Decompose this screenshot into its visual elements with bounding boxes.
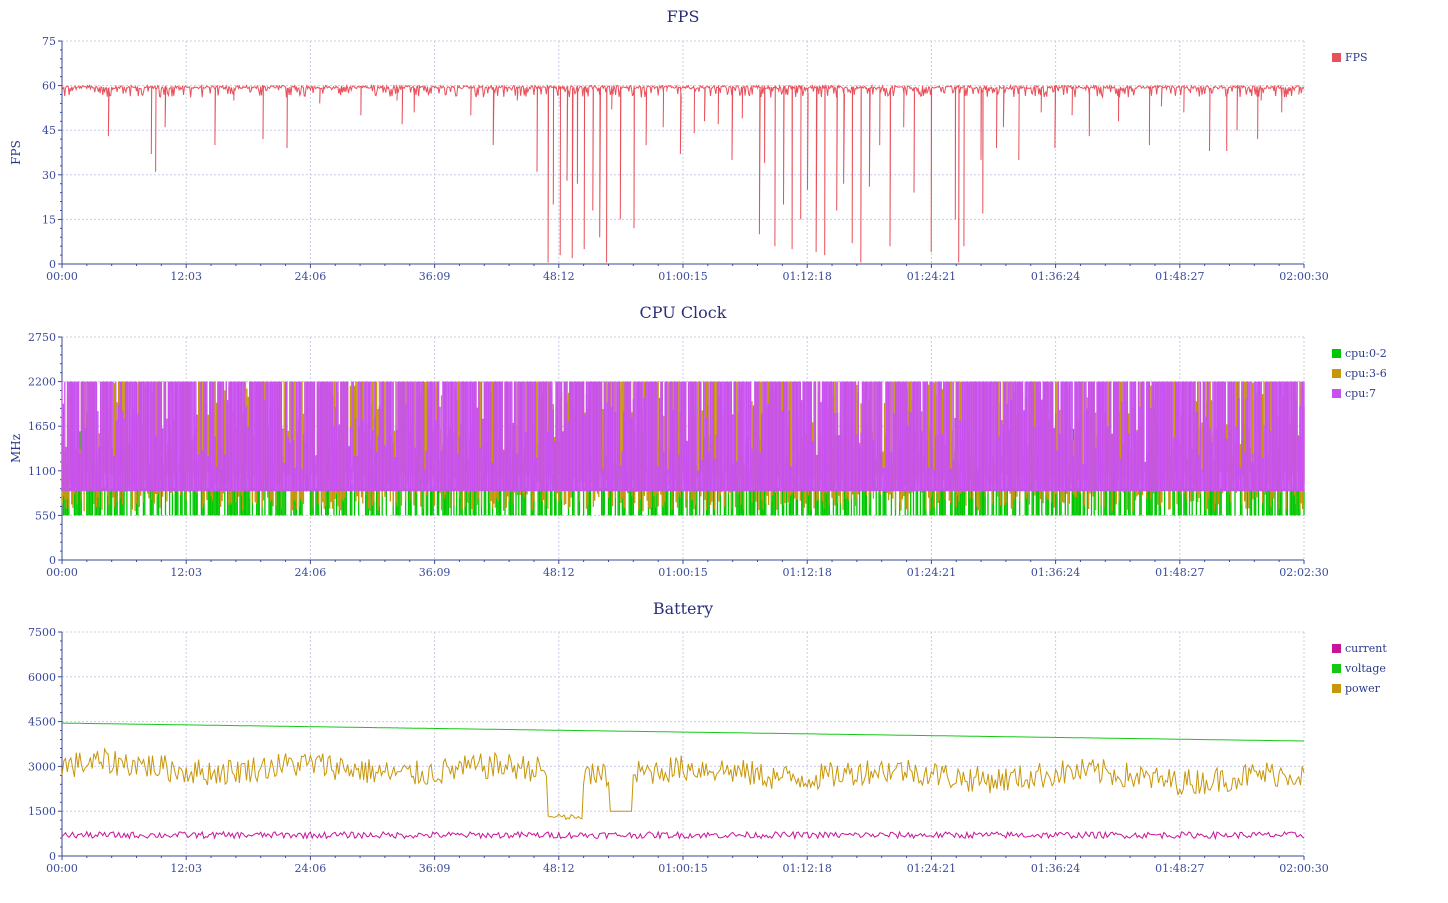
y-tick-label: 75: [42, 35, 56, 48]
x-tick-label: 01:12:18: [782, 862, 831, 875]
x-tick-label: 01:36:24: [1031, 566, 1080, 579]
legend-swatch: [1332, 349, 1341, 358]
y-tick-label: 1500: [28, 805, 56, 818]
x-tick-label: 01:12:18: [782, 566, 831, 579]
y-tick-label: 30: [42, 169, 56, 182]
chart-fps: FPS0153045607500:00 12:03 24:06 36:09 48:12 0…: [9, 7, 1368, 283]
legend-swatch: [1332, 53, 1341, 62]
y-tick-label: 2200: [28, 376, 56, 389]
legend-swatch: [1332, 684, 1341, 693]
x-tick-label: 01:48:27: [1155, 566, 1204, 579]
x-tick-label: 36:09: [419, 270, 451, 283]
x-tick-label: 01:36:24: [1031, 270, 1080, 283]
x-tick-label: 36:09: [419, 862, 451, 875]
y-tick-label: 1650: [28, 420, 56, 433]
x-tick-label: 01:36:24: [1031, 862, 1080, 875]
legend-label: cpu:7: [1345, 387, 1376, 400]
chart-cpu: CPU Clock0550110016502200275000:00 12:03 2…: [9, 303, 1387, 579]
x-tick-label: 01:48:27: [1155, 270, 1204, 283]
x-tick-label: 48:12: [543, 270, 575, 283]
legend-swatch: [1332, 389, 1341, 398]
y-tick-label: 15: [42, 213, 56, 226]
x-tick-label: 02:02:30: [1279, 566, 1328, 579]
x-tick-label: 48:12: [543, 862, 575, 875]
y-tick-label: 6000: [28, 671, 56, 684]
y-tick-label: 60: [42, 80, 56, 93]
y-tick-label: 3000: [28, 760, 56, 773]
legend-label: power: [1345, 682, 1381, 695]
y-tick-label: 1100: [28, 465, 56, 478]
x-tick-label: 00:00: [46, 862, 78, 875]
y-tick-label: 550: [35, 509, 56, 522]
x-tick-label: 01:24:21: [907, 270, 956, 283]
x-tick-label: 02:00:30: [1279, 270, 1328, 283]
legend-swatch: [1332, 644, 1341, 653]
x-tick-label: 12:03: [170, 566, 202, 579]
x-tick-label: 24:06: [295, 862, 327, 875]
x-tick-label: 12:03: [170, 270, 202, 283]
y-tick-label: 4500: [28, 716, 56, 729]
chart-title: CPU Clock: [640, 303, 727, 322]
legend-label: cpu:0-2: [1345, 347, 1387, 360]
x-tick-label: 12:03: [170, 862, 202, 875]
x-tick-label: 02:00:30: [1279, 862, 1328, 875]
x-tick-label: 01:12:18: [782, 270, 831, 283]
x-tick-label: 01:24:21: [907, 566, 956, 579]
y-tick-label: 45: [42, 124, 56, 137]
x-tick-label: 01:24:21: [907, 862, 956, 875]
legend-swatch: [1332, 369, 1341, 378]
y-tick-label: 7500: [28, 626, 56, 639]
y-axis-label: FPS: [9, 140, 23, 165]
x-tick-label: 01:00:15: [658, 566, 707, 579]
x-tick-label: 24:06: [295, 566, 327, 579]
charts-canvas: FPS0153045607500:00 12:03 24:06 36:09 48:12 0…: [9, 7, 1387, 875]
chart-battery: Battery01500300045006000750000:00 12:03 24…: [28, 599, 1387, 875]
x-tick-label: 00:00: [46, 270, 78, 283]
x-tick-label: 36:09: [419, 566, 451, 579]
legend-label: cpu:3-6: [1345, 367, 1387, 380]
legend-label: FPS: [1345, 51, 1368, 64]
x-tick-label: 00:00: [46, 566, 78, 579]
legend-label: voltage: [1344, 662, 1386, 675]
x-tick-label: 01:00:15: [658, 862, 707, 875]
y-axis-label: MHz: [9, 434, 23, 463]
x-tick-label: 01:00:15: [658, 270, 707, 283]
x-tick-label: 24:06: [295, 270, 327, 283]
legend-label: current: [1345, 642, 1387, 655]
x-tick-label: 01:48:27: [1155, 862, 1204, 875]
chart-title: Battery: [653, 599, 713, 618]
y-tick-label: 2750: [28, 331, 56, 344]
x-tick-label: 48:12: [543, 566, 575, 579]
chart-title: FPS: [667, 7, 700, 26]
legend-swatch: [1332, 664, 1341, 673]
